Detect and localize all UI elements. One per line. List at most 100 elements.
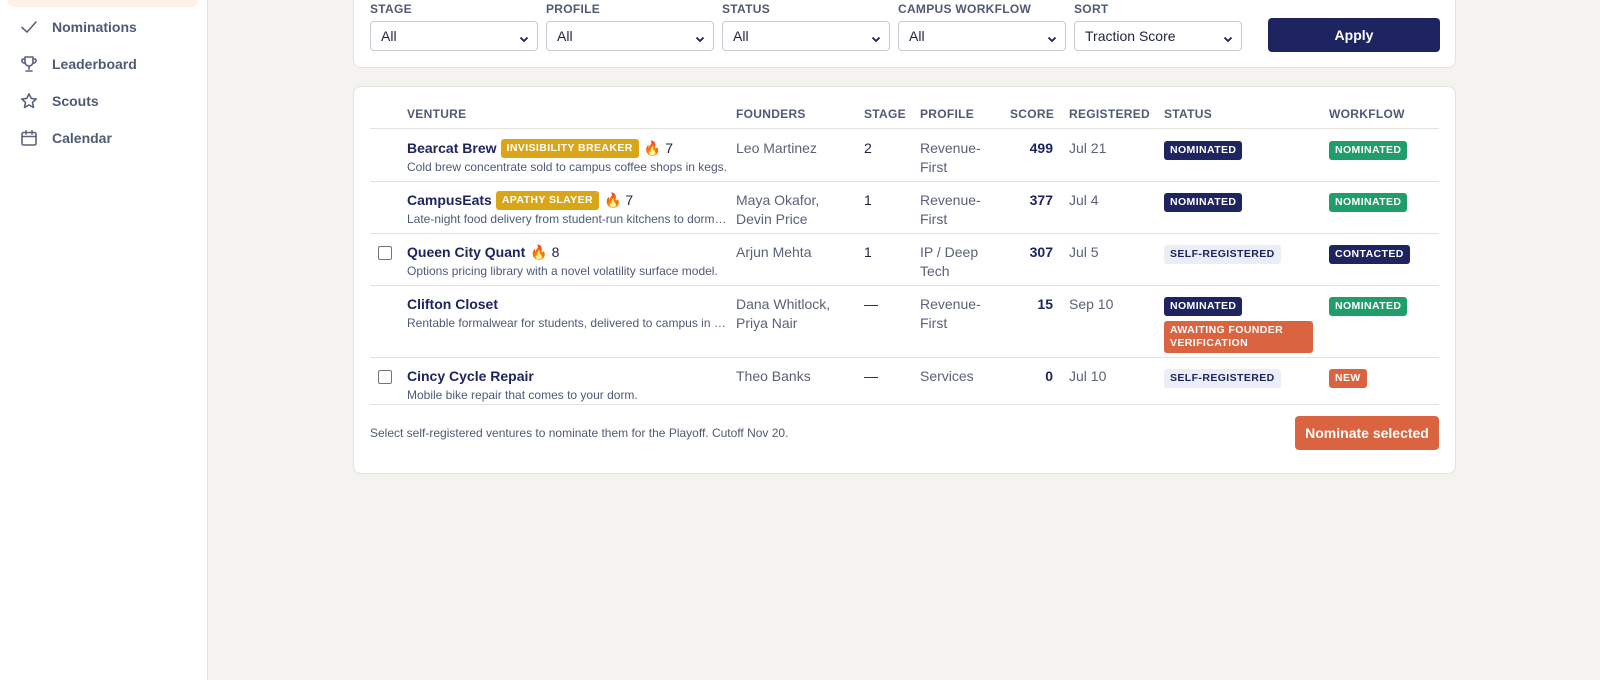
sidebar-item-label: Nominations	[52, 19, 137, 35]
table-row: Queen City Quant 🔥 8 Options pricing lib…	[370, 234, 1439, 286]
venture-name[interactable]: Bearcat Brew	[407, 139, 497, 158]
stage-select[interactable]: All	[370, 21, 538, 51]
chevron-down-icon	[1047, 31, 1057, 43]
venture-cell: CampusEats APATHY SLAYER 🔥 7 Late-night …	[407, 191, 727, 227]
column-header-workflow: WORKFLOW	[1329, 107, 1405, 121]
check-icon	[20, 18, 38, 36]
workflow-cell: NOMINATED	[1329, 295, 1408, 316]
status-select[interactable]: All	[722, 21, 890, 51]
sidebar-active-item[interactable]	[8, 0, 198, 7]
workflow-cell: CONTACTED	[1329, 243, 1410, 264]
score-cell: 0	[1045, 368, 1053, 384]
founders-cell: Theo Banks	[736, 368, 811, 384]
profile-cell: Services	[920, 368, 974, 384]
column-header-score: SCORE	[1010, 107, 1055, 121]
workflow-badge: NOMINATED	[1329, 141, 1408, 160]
stage-cell: 1	[864, 192, 872, 208]
fire-count: 8	[551, 244, 560, 260]
chevron-down-icon	[871, 31, 881, 43]
venture-description: Options pricing library with a novel vol…	[407, 264, 718, 278]
registered-cell: Jul 10	[1069, 368, 1107, 384]
sidebar-item-scouts[interactable]: Scouts	[8, 84, 198, 118]
sort-filter-label: SORT	[1074, 2, 1109, 16]
status-badge: SELF-REGISTERED	[1164, 245, 1281, 264]
status-filter: STATUS All	[722, 1, 890, 51]
stage-cell: 2	[864, 140, 872, 156]
profile-cell: Revenue-First	[920, 140, 981, 175]
status-cell: SELF-REGISTERED	[1164, 367, 1281, 388]
workflow-filter-label: CAMPUS WORKFLOW	[898, 2, 1032, 16]
sort-filter: SORT Traction Score	[1074, 1, 1242, 51]
table-row: Bearcat Brew INVISIBILITY BREAKER 🔥 7 Co…	[370, 130, 1439, 182]
venture-name[interactable]: Cincy Cycle Repair	[407, 367, 534, 386]
calendar-icon	[20, 129, 38, 147]
venture-cell: Clifton Closet Rentable formalwear for s…	[407, 295, 727, 331]
sort-select[interactable]: Traction Score	[1074, 21, 1242, 51]
status-filter-label: STATUS	[722, 2, 771, 16]
ventures-table: VENTURE FOUNDERS STAGE PROFILE SCORE REG…	[353, 86, 1456, 474]
workflow-badge: NEW	[1329, 369, 1367, 388]
column-header-founders: FOUNDERS	[736, 107, 806, 121]
filter-bar: STAGE All PROFILE All STATUS All CAMPUS …	[353, 0, 1456, 68]
score-cell: 499	[1029, 140, 1053, 156]
stage-cell: —	[864, 296, 878, 312]
stage-select-value: All	[381, 28, 397, 44]
registered-cell: Jul 5	[1069, 244, 1099, 260]
apply-button[interactable]: Apply	[1268, 18, 1440, 52]
venture-badge: INVISIBILITY BREAKER	[500, 139, 639, 158]
venture-name[interactable]: Queen City Quant	[407, 243, 525, 262]
workflow-filter: CAMPUS WORKFLOW All	[898, 1, 1066, 51]
sidebar-item-leaderboard[interactable]: Leaderboard	[8, 47, 198, 81]
sidebar-item-nominations[interactable]: Nominations	[8, 10, 198, 44]
venture-description: Rentable formalwear for students, delive…	[407, 316, 727, 330]
fire-count: 7	[625, 192, 634, 208]
venture-description: Mobile bike repair that comes to your do…	[407, 388, 638, 402]
select-checkbox[interactable]	[378, 370, 392, 384]
venture-description: Cold brew concentrate sold to campus cof…	[407, 160, 727, 174]
workflow-select[interactable]: All	[898, 21, 1066, 51]
registered-cell: Jul 4	[1069, 192, 1099, 208]
workflow-badge: CONTACTED	[1329, 245, 1410, 264]
sidebar: Nominations Leaderboard Scouts Calendar	[0, 0, 208, 680]
nominate-selected-button[interactable]: Nominate selected	[1295, 416, 1439, 450]
score-cell: 377	[1029, 192, 1053, 208]
profile-select[interactable]: All	[546, 21, 714, 51]
sidebar-item-calendar[interactable]: Calendar	[8, 121, 198, 155]
venture-name[interactable]: Clifton Closet	[407, 295, 498, 314]
stage-cell: —	[864, 368, 878, 384]
workflow-badge: NOMINATED	[1329, 193, 1408, 212]
profile-filter: PROFILE All	[546, 1, 714, 51]
chevron-down-icon	[1223, 31, 1233, 43]
stage-filter-label: STAGE	[370, 2, 412, 16]
column-header-registered: REGISTERED	[1069, 107, 1151, 121]
workflow-badge: NOMINATED	[1329, 297, 1408, 316]
profile-select-value: All	[557, 28, 573, 44]
venture-cell: Cincy Cycle Repair Mobile bike repair th…	[407, 367, 727, 403]
fire-icon: 🔥	[643, 140, 662, 156]
chevron-down-icon	[695, 31, 705, 43]
workflow-cell: NOMINATED	[1329, 191, 1408, 212]
table-header: VENTURE FOUNDERS STAGE PROFILE SCORE REG…	[370, 107, 1439, 129]
status-badge: NOMINATED	[1164, 297, 1243, 316]
sidebar-item-label: Leaderboard	[52, 56, 137, 72]
trophy-icon	[20, 55, 38, 73]
status-badge: NOMINATED	[1164, 141, 1243, 160]
column-header-venture: VENTURE	[407, 107, 467, 121]
verification-badge: AWAITING FOUNDER VERIFICATION	[1164, 321, 1313, 353]
select-checkbox[interactable]	[378, 246, 392, 260]
nomination-help-text: Select self-registered ventures to nomin…	[370, 426, 789, 440]
workflow-cell: NEW	[1329, 367, 1367, 388]
venture-name[interactable]: CampusEats	[407, 191, 492, 210]
venture-cell: Bearcat Brew INVISIBILITY BREAKER 🔥 7 Co…	[407, 139, 727, 175]
status-cell: NOMINATED AWAITING FOUNDER VERIFICATION	[1164, 295, 1313, 353]
column-header-status: STATUS	[1164, 107, 1213, 121]
column-header-stage: STAGE	[864, 107, 906, 121]
profile-cell: Revenue-First	[920, 192, 981, 227]
status-cell: SELF-REGISTERED	[1164, 243, 1281, 264]
status-badge: NOMINATED	[1164, 193, 1243, 212]
workflow-select-value: All	[909, 28, 925, 44]
registered-cell: Sep 10	[1069, 296, 1114, 312]
sort-select-value: Traction Score	[1085, 28, 1176, 44]
founders-cell: Arjun Mehta	[736, 244, 812, 260]
founders-cell: Maya Okafor, Devin Price	[736, 192, 820, 227]
